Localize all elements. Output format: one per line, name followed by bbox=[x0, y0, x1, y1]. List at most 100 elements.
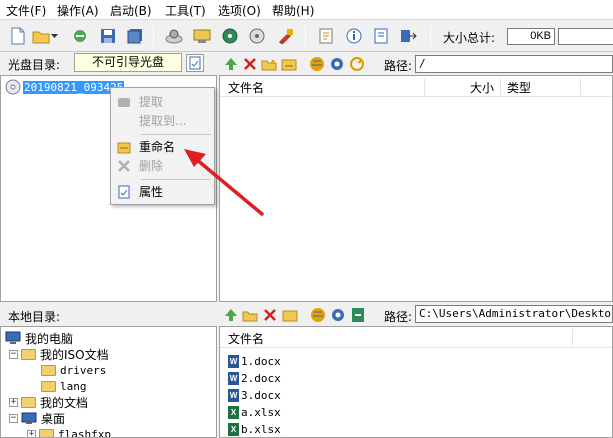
disc-tree-item[interactable]: 20190821_093425 bbox=[5, 79, 125, 95]
column-filename[interactable]: 文件名 bbox=[228, 79, 264, 96]
file-row[interactable]: X a.xlsx bbox=[228, 404, 281, 420]
delete-icon[interactable] bbox=[241, 55, 258, 72]
virtual-drive-icon[interactable] bbox=[192, 26, 212, 46]
menu-help[interactable]: 帮助(H) bbox=[272, 2, 314, 19]
options-icon[interactable] bbox=[316, 26, 336, 46]
toolbar-separator bbox=[305, 26, 306, 46]
new-folder-icon[interactable] bbox=[241, 306, 258, 323]
word-file-icon: W bbox=[228, 371, 239, 385]
menu-file[interactable]: 文件(F) bbox=[6, 2, 46, 19]
folder-icon bbox=[41, 380, 56, 392]
file-row[interactable]: W 3.docx bbox=[228, 387, 281, 403]
tree-label: lang bbox=[60, 379, 87, 393]
column-divider[interactable] bbox=[500, 78, 501, 95]
save-as-icon[interactable] bbox=[125, 26, 145, 46]
capacity-bar bbox=[558, 28, 613, 45]
menu-action[interactable]: 操作(A) bbox=[57, 2, 99, 19]
tree-label: drivers bbox=[60, 363, 107, 377]
file-row[interactable]: W 2.docx bbox=[228, 370, 281, 386]
tree-item-lang[interactable]: lang bbox=[41, 378, 87, 394]
collapse-icon[interactable]: − bbox=[9, 413, 18, 423]
tree-item-iso-docs[interactable]: − 我的ISO文档 bbox=[9, 346, 109, 362]
column-size[interactable]: 大小 bbox=[470, 79, 494, 96]
rename-folder-icon[interactable] bbox=[280, 55, 297, 72]
extract-icon bbox=[116, 94, 132, 110]
green-arrows-icon[interactable] bbox=[70, 26, 90, 46]
refresh-icon[interactable] bbox=[348, 55, 365, 72]
menu-options[interactable]: 选项(O) bbox=[218, 2, 261, 19]
tree-item-drivers[interactable]: drivers bbox=[41, 362, 106, 378]
computer-icon bbox=[5, 331, 21, 344]
column-divider[interactable] bbox=[572, 329, 573, 346]
ctx-extract-to[interactable]: 提取到... bbox=[113, 111, 213, 130]
burn-disc-icon[interactable] bbox=[164, 26, 184, 46]
tree-item-my-computer[interactable]: 我的电脑 bbox=[5, 330, 73, 346]
folder-icon bbox=[21, 348, 36, 360]
settings-icon[interactable] bbox=[329, 306, 346, 323]
disc-dir-label: 光盘目录: bbox=[8, 58, 61, 72]
column-divider[interactable] bbox=[580, 78, 581, 95]
open-dropdown-icon[interactable] bbox=[50, 26, 60, 46]
new-icon[interactable] bbox=[8, 26, 28, 46]
local-column-header: 文件名 bbox=[220, 327, 612, 348]
up-folder-icon[interactable] bbox=[222, 55, 239, 72]
file-name: b.xlsx bbox=[241, 422, 281, 436]
file-name: 3.docx bbox=[241, 388, 281, 402]
expand-icon[interactable]: + bbox=[27, 429, 36, 437]
file-row[interactable]: W 1.docx bbox=[228, 353, 281, 369]
ctx-extract-label: 提取 bbox=[139, 95, 164, 109]
folder-icon bbox=[41, 364, 56, 376]
tree-item-flashfxp[interactable]: + flashfxp bbox=[27, 426, 111, 438]
globe-icon[interactable] bbox=[308, 55, 325, 72]
rename-folder-icon[interactable] bbox=[281, 306, 298, 323]
annotation-arrow-icon bbox=[184, 149, 264, 216]
menu-tools[interactable]: 工具(T) bbox=[165, 2, 206, 19]
disc-path-input[interactable]: / bbox=[415, 55, 613, 73]
file-row[interactable]: X b.xlsx bbox=[228, 421, 281, 437]
disc-path-label: 路径: bbox=[384, 59, 413, 73]
info-icon[interactable] bbox=[344, 26, 364, 46]
tree-item-desktop[interactable]: − 桌面 bbox=[9, 410, 65, 426]
exit-icon[interactable] bbox=[398, 26, 418, 46]
disc-column-header: 文件名 大小 类型 bbox=[220, 76, 612, 97]
column-divider[interactable] bbox=[424, 78, 425, 95]
ctx-separator bbox=[141, 134, 211, 135]
compress-icon[interactable] bbox=[220, 26, 240, 46]
folder-icon bbox=[39, 428, 54, 437]
column-type[interactable]: 类型 bbox=[507, 79, 531, 96]
column-filename[interactable]: 文件名 bbox=[228, 330, 264, 347]
up-folder-icon[interactable] bbox=[222, 306, 239, 323]
tools-icon[interactable] bbox=[276, 26, 296, 46]
file-name: 2.docx bbox=[241, 371, 281, 385]
file-name: 1.docx bbox=[241, 354, 281, 368]
collapse-icon[interactable]: − bbox=[9, 349, 18, 359]
blank-icon bbox=[116, 113, 132, 129]
settings-icon[interactable] bbox=[328, 55, 345, 72]
local-file-list: 文件名 W 1.docx W 2.docx W 3.docx X a.xlsx … bbox=[219, 326, 613, 438]
local-path-input[interactable]: C:\Users\Administrator\Desktop\qq bbox=[415, 305, 613, 323]
local-toolbar bbox=[220, 303, 380, 326]
ctx-extract[interactable]: 提取 bbox=[113, 92, 213, 111]
word-file-icon: W bbox=[228, 354, 239, 368]
local-dir-label: 本地目录: bbox=[8, 310, 61, 324]
disc-icon bbox=[5, 79, 21, 95]
word-file-icon: W bbox=[228, 388, 239, 402]
tree-item-my-documents[interactable]: + 我的文档 bbox=[9, 394, 88, 410]
menu-boot[interactable]: 启动(B) bbox=[110, 2, 152, 19]
expand-icon[interactable]: + bbox=[9, 397, 18, 407]
open-icon[interactable] bbox=[31, 26, 51, 46]
disc-type-button[interactable]: 不可引导光盘 bbox=[74, 53, 182, 72]
mount-icon[interactable] bbox=[247, 26, 267, 46]
delete-icon bbox=[116, 158, 132, 174]
new-folder-icon[interactable] bbox=[260, 55, 277, 72]
local-tree-pane: 我的电脑 − 我的ISO文档 drivers lang + 我的文档 − 桌面 … bbox=[0, 326, 217, 438]
tree-label: flashfxp bbox=[58, 427, 111, 438]
globe-icon[interactable] bbox=[309, 306, 326, 323]
disc-properties-button[interactable] bbox=[186, 54, 204, 72]
ctx-extract-to-label: 提取到... bbox=[139, 114, 187, 128]
refresh-icon[interactable] bbox=[349, 306, 366, 323]
local-path-label: 路径: bbox=[384, 310, 413, 324]
delete-icon[interactable] bbox=[261, 306, 278, 323]
register-icon[interactable] bbox=[371, 26, 391, 46]
save-icon[interactable] bbox=[98, 26, 118, 46]
